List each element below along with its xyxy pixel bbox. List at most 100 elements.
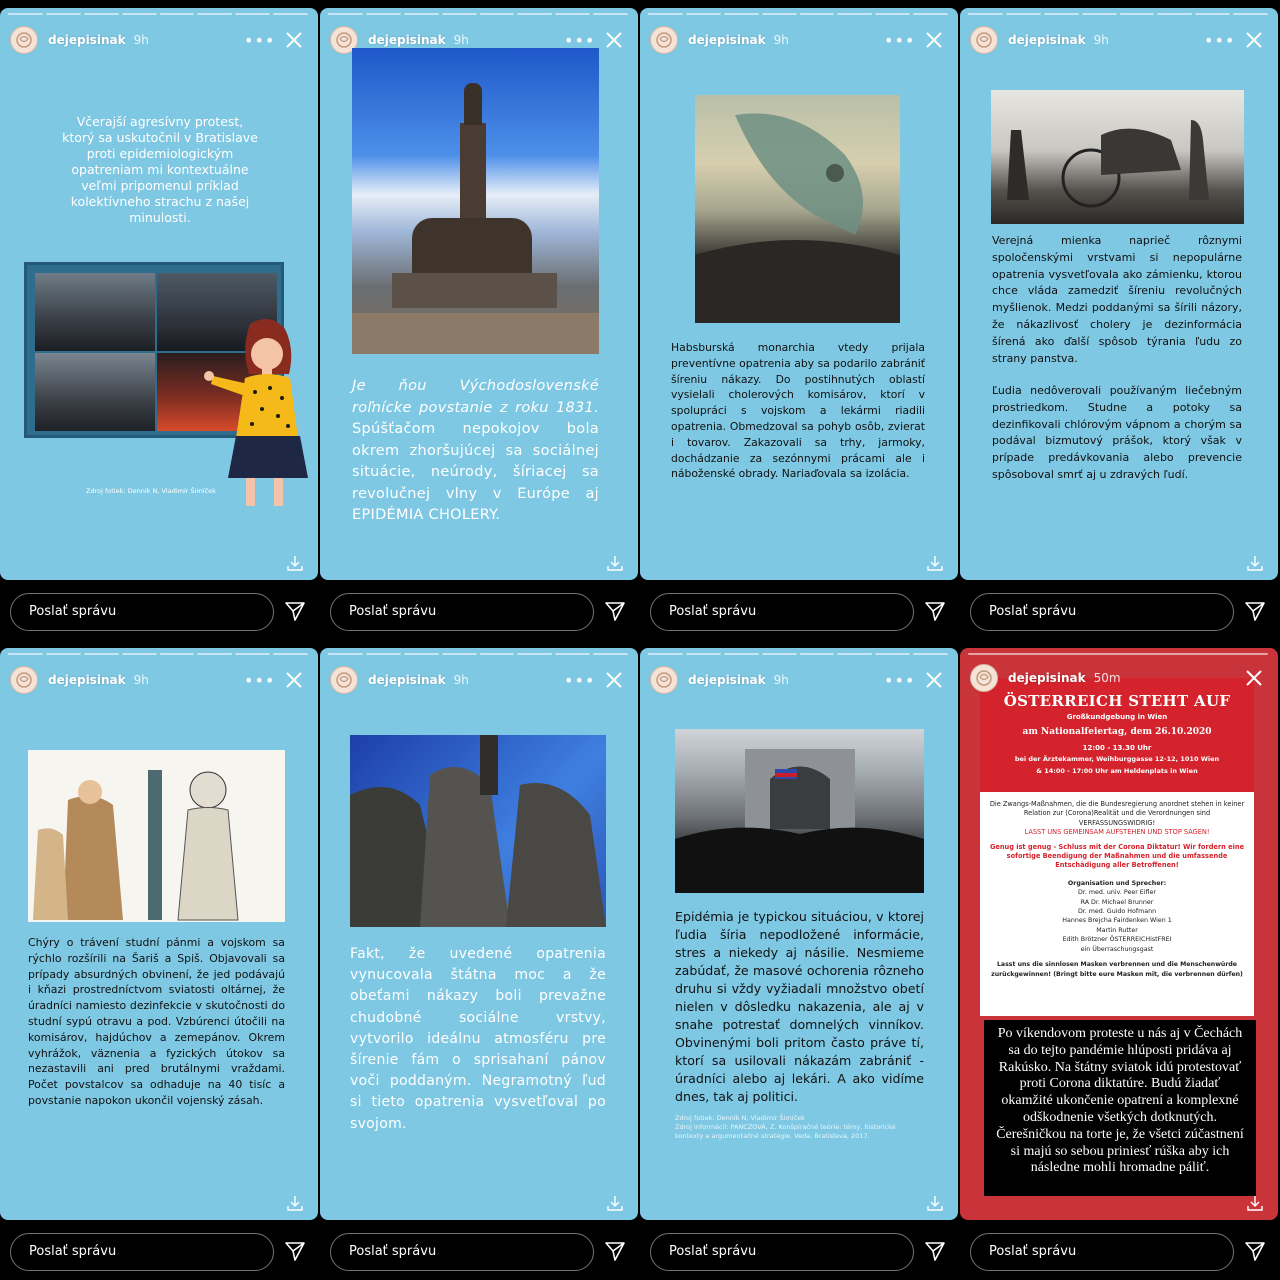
poster-speaker: Martin Rutter <box>1096 926 1138 934</box>
reply-input[interactable]: Poslať správu <box>650 1233 914 1271</box>
more-options-icon[interactable]: ••• <box>884 31 914 50</box>
send-icon[interactable] <box>284 600 306 622</box>
reply-input[interactable]: Poslať správu <box>650 593 914 631</box>
download-icon[interactable] <box>606 554 624 572</box>
reply-input[interactable]: Poslať správu <box>330 593 594 631</box>
send-icon[interactable] <box>924 600 946 622</box>
close-icon[interactable] <box>602 668 626 692</box>
story-panel[interactable]: ÖSTERREICH STEHT AUF Großkundgebung in W… <box>960 648 1278 1220</box>
timestamp: 9h <box>133 33 149 47</box>
avatar[interactable] <box>10 26 38 54</box>
send-icon[interactable] <box>284 1240 306 1262</box>
story-panel[interactable]: dejepisinak 9h ••• Habsburská monarchia … <box>640 8 958 580</box>
username[interactable]: dejepisinak <box>48 33 126 47</box>
username[interactable]: dejepisinak <box>1008 33 1086 47</box>
story-text-2: Ľudia nedôverovali používaným liečebným … <box>992 384 1242 481</box>
timestamp: 9h <box>453 33 469 47</box>
username[interactable]: dejepisinak <box>688 673 766 687</box>
reply-input[interactable]: Poslať správu <box>10 1233 274 1271</box>
download-icon[interactable] <box>1246 554 1264 572</box>
story-2: dejepisinak 9h ••• Je ňou Východoslovens… <box>320 0 640 640</box>
story-header: dejepisinak 9h ••• <box>10 666 310 694</box>
more-options-icon[interactable]: ••• <box>564 31 594 50</box>
more-options-icon[interactable]: ••• <box>1204 31 1234 50</box>
story-header: dejepisinak 9h ••• <box>330 666 630 694</box>
more-options-icon[interactable]: ••• <box>244 671 274 690</box>
cart-engraving <box>991 90 1244 224</box>
reply-input[interactable]: Poslať správu <box>330 1233 594 1271</box>
close-icon[interactable] <box>282 668 306 692</box>
story-text: Habsburská monarchia vtedy prijala preve… <box>671 340 925 482</box>
timestamp: 50m <box>1093 671 1121 685</box>
close-icon[interactable] <box>602 28 626 52</box>
send-icon[interactable] <box>1244 600 1266 622</box>
send-icon[interactable] <box>924 1240 946 1262</box>
close-icon[interactable] <box>1242 28 1266 52</box>
reply-input[interactable]: Poslať správu <box>970 593 1234 631</box>
download-icon[interactable] <box>926 554 944 572</box>
story-header: dejepisinak 9h ••• <box>970 26 1270 54</box>
story-panel[interactable]: dejepisinak 9h ••• Chýry o trávení studn… <box>0 648 318 1220</box>
poster-body-3: Genug ist genug - Schluss mit der Corona… <box>989 842 1245 870</box>
reply-input[interactable]: Poslať správu <box>970 1233 1234 1271</box>
close-icon[interactable] <box>922 28 946 52</box>
username[interactable]: dejepisinak <box>368 33 446 47</box>
teacher-illustration <box>204 319 308 506</box>
more-options-icon[interactable]: ••• <box>564 671 594 690</box>
username[interactable]: dejepisinak <box>48 673 126 687</box>
reply-input[interactable]: Poslať správu <box>10 593 274 631</box>
poster-header: ÖSTERREICH STEHT AUF Großkundgebung in W… <box>980 678 1254 792</box>
avatar[interactable] <box>970 26 998 54</box>
timestamp: 9h <box>773 33 789 47</box>
protest-photo <box>675 729 924 893</box>
story-header: dejepisinak 50m <box>970 664 1270 692</box>
story-text: Po víkendovom proteste u nás aj v Čechác… <box>996 1026 1244 1176</box>
username[interactable]: dejepisinak <box>1008 671 1086 685</box>
download-icon[interactable] <box>286 1194 304 1212</box>
download-icon[interactable] <box>926 1194 944 1212</box>
download-icon[interactable] <box>1246 1194 1264 1212</box>
progress-bar <box>8 13 308 15</box>
close-icon[interactable] <box>1242 666 1266 690</box>
avatar[interactable] <box>650 26 678 54</box>
send-icon[interactable] <box>604 600 626 622</box>
story-panel[interactable]: dejepisinak 9h ••• Je ňou Východoslovens… <box>320 8 638 580</box>
poisoned-well-illustration <box>28 750 285 922</box>
poster-subtitle: Großkundgebung in Wien <box>1066 713 1168 721</box>
story-panel[interactable]: dejepisinak 9h ••• Fakt, že uvedené opat… <box>320 648 638 1220</box>
story-text: Epidémia je typickou situáciou, v ktorej… <box>675 909 924 1104</box>
timestamp: 9h <box>453 673 469 687</box>
story-header: dejepisinak 9h ••• <box>650 666 950 694</box>
story-panel[interactable]: dejepisinak 9h ••• Včerajší agresívny pr… <box>0 8 318 580</box>
download-icon[interactable] <box>606 1194 624 1212</box>
story-text-1: Verejná mienka naprieč rôznymi spoločens… <box>992 234 1242 365</box>
avatar[interactable] <box>650 666 678 694</box>
close-icon[interactable] <box>282 28 306 52</box>
story-text: Chýry o trávení studní pánmi a vojskom s… <box>28 936 285 1107</box>
protest-poster: ÖSTERREICH STEHT AUF Großkundgebung in W… <box>980 678 1254 1016</box>
story-text: Fakt, že uvedené opatrenia vynucovala št… <box>350 946 606 1132</box>
story-8: ÖSTERREICH STEHT AUF Großkundgebung in W… <box>960 640 1280 1280</box>
story-panel[interactable]: dejepisinak 9h ••• Epidémia je typickou … <box>640 648 958 1220</box>
download-icon[interactable] <box>286 554 304 572</box>
progress-bar <box>968 653 1268 655</box>
story-4: dejepisinak 9h ••• Verejná mienka naprie… <box>960 0 1280 640</box>
send-icon[interactable] <box>604 1240 626 1262</box>
send-icon[interactable] <box>1244 1240 1266 1262</box>
avatar[interactable] <box>330 666 358 694</box>
avatar[interactable] <box>10 666 38 694</box>
story-header: dejepisinak 9h ••• <box>10 26 310 54</box>
username[interactable]: dejepisinak <box>368 673 446 687</box>
avatar[interactable] <box>970 664 998 692</box>
poster-line-2: bei der Ärztekammer, Weihburggasse 12-12… <box>1014 755 1220 763</box>
more-options-icon[interactable]: ••• <box>884 671 914 690</box>
poster-speaker: Edith Brötzner ÖSTERREICHistFREI <box>1062 936 1172 944</box>
more-options-icon[interactable]: ••• <box>244 31 274 50</box>
progress-bar <box>648 653 948 655</box>
username[interactable]: dejepisinak <box>688 33 766 47</box>
close-icon[interactable] <box>922 668 946 692</box>
story-text-body: Habsburská monarchia vtedy prijala preve… <box>671 341 925 481</box>
story-panel[interactable]: dejepisinak 9h ••• Verejná mienka naprie… <box>960 8 1278 580</box>
cholera-painting <box>695 95 900 323</box>
poster-speakers-title: Organisation und Sprecher: <box>1067 879 1167 887</box>
